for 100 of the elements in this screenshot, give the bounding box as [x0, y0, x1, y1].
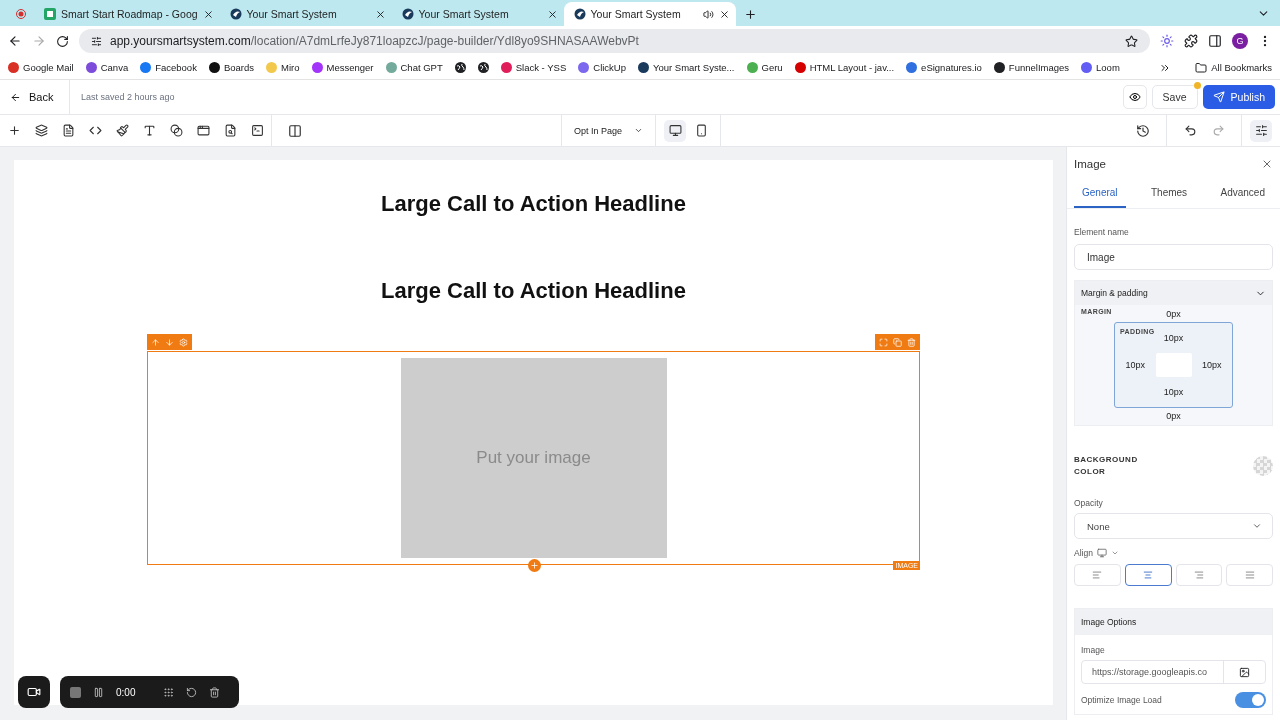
- caret-icon[interactable]: [1110, 549, 1119, 557]
- panel-tab[interactable]: General: [1074, 181, 1126, 208]
- site-logo-icon: [229, 8, 242, 20]
- camera-button[interactable]: [18, 676, 50, 708]
- tab-title: Your Smart System: [246, 8, 338, 20]
- grid-icon[interactable]: [163, 686, 175, 698]
- align-button[interactable]: [1124, 564, 1172, 586]
- profile-avatar[interactable]: G: [1232, 33, 1248, 49]
- opacity-select[interactable]: None: [1074, 513, 1273, 539]
- plus-icon: [529, 561, 539, 570]
- close-icon[interactable]: [1261, 158, 1273, 170]
- bookmark[interactable]: Miro: [266, 62, 300, 73]
- site-settings-icon[interactable]: [91, 35, 102, 47]
- back-icon[interactable]: [8, 34, 22, 48]
- reload-icon[interactable]: [56, 34, 69, 48]
- restart-icon[interactable]: [186, 686, 198, 698]
- publish-button[interactable]: Publish: [1202, 85, 1275, 109]
- element-name-field[interactable]: Image: [1074, 244, 1273, 270]
- window-icon: [196, 124, 210, 137]
- image-url-field[interactable]: https://storage.googleapis.co: [1081, 660, 1266, 684]
- field-label: Image: [1081, 645, 1106, 655]
- padding-value[interactable]: 10px: [1163, 387, 1184, 397]
- image-icon[interactable]: [1239, 666, 1250, 678]
- stop-icon[interactable]: [70, 686, 81, 698]
- delete-icon[interactable]: [209, 686, 221, 698]
- panel-tab[interactable]: Themes: [1143, 181, 1196, 208]
- align-center-icon: [1143, 570, 1154, 580]
- preview-button[interactable]: [1122, 85, 1147, 109]
- bookmark[interactable]: Chat GPT: [385, 62, 443, 73]
- bookmark[interactable]: Messenger: [311, 62, 374, 73]
- field-label: BACKGROUND COLOR: [1074, 454, 1139, 478]
- columns-icon: [288, 123, 302, 138]
- panel-tab[interactable]: Advanced: [1212, 181, 1273, 208]
- tab-title: Your Smart System: [590, 8, 682, 20]
- globe-icon[interactable]: [454, 62, 466, 73]
- side-panel-icon[interactable]: [1208, 34, 1222, 48]
- pause-icon[interactable]: [93, 686, 104, 698]
- field-label: Align: [1074, 548, 1093, 558]
- padding-value[interactable]: 10px: [1125, 360, 1145, 370]
- bookmark[interactable]: Loom: [1081, 62, 1120, 73]
- bookmark[interactable]: Your Smart Syste...: [638, 62, 735, 73]
- close-icon[interactable]: [374, 8, 386, 20]
- document-icon: [61, 124, 75, 137]
- optimize-toggle[interactable]: [1235, 692, 1266, 708]
- align-justify-icon: [1244, 570, 1255, 580]
- new-tab-icon[interactable]: [743, 8, 757, 21]
- phone-icon: [694, 124, 708, 137]
- bookmark[interactable]: ClickUp: [578, 62, 626, 73]
- bookmark[interactable]: eSignatures.io: [906, 62, 982, 73]
- terminal-icon: [250, 124, 264, 137]
- tab-title: Your Smart System: [418, 8, 510, 20]
- browser-tab[interactable]: Smart Start Roadmap - Goog: [34, 2, 220, 26]
- padding-value[interactable]: 10px: [1202, 360, 1222, 370]
- bookmark[interactable]: Google Mail: [8, 62, 74, 73]
- last-saved-text: Last saved 2 hours ago: [81, 92, 175, 102]
- tab-title: Smart Start Roadmap - Goog: [61, 8, 198, 20]
- bookmark[interactable]: Slack - YSS: [500, 62, 567, 73]
- browser-tab[interactable]: Your Smart System: [563, 2, 736, 26]
- monitor-icon[interactable]: [1096, 548, 1107, 558]
- history-icon: [1136, 123, 1150, 138]
- close-icon[interactable]: [718, 8, 730, 20]
- bookmark[interactable]: Geru: [746, 62, 783, 73]
- arrow-left-icon: [10, 91, 21, 103]
- page-select[interactable]: Opt In Page: [562, 115, 656, 146]
- margin-value[interactable]: 0px: [1166, 411, 1181, 421]
- desktop-view-button[interactable]: [664, 119, 687, 142]
- headline: Large Call to Action Headline: [381, 277, 686, 305]
- field-label: Optimize Image Load: [1081, 695, 1162, 705]
- browser-tab[interactable]: Your Smart System: [219, 2, 392, 26]
- align-left-icon: [1092, 570, 1103, 580]
- file-search-icon: [223, 124, 237, 137]
- close-icon[interactable]: [546, 8, 558, 20]
- field-label: Element name: [1074, 227, 1130, 237]
- bookmark-star-icon[interactable]: [1125, 34, 1138, 48]
- globe-icon[interactable]: [477, 62, 489, 73]
- address-bar[interactable]: app.yoursmartsystem.com/location/A7dmLrfeJy871loapzcJ/page-builder/Ydl8yo9SHNASAAWebvPt: [79, 29, 1150, 53]
- all-bookmarks[interactable]: All Bookmarks: [1195, 61, 1272, 74]
- margin-value[interactable]: 0px: [1166, 309, 1181, 319]
- site-logo-icon: [573, 8, 586, 20]
- add-element-button[interactable]: [527, 559, 541, 572]
- bookmark[interactable]: Boards: [208, 62, 254, 73]
- color-swatch[interactable]: [1253, 456, 1273, 476]
- sliders-icon: [1254, 124, 1268, 137]
- close-icon[interactable]: [202, 8, 214, 20]
- padding-value[interactable]: 10px: [1163, 333, 1184, 343]
- spreadsheet-icon: [44, 8, 56, 20]
- chevron-icon: [1252, 521, 1262, 531]
- save-button[interactable]: Save: [1151, 85, 1198, 109]
- caret-icon: [634, 126, 644, 135]
- extensions-icon[interactable]: [1184, 34, 1198, 48]
- settings-panel-button[interactable]: [1250, 119, 1272, 142]
- panel-title: Image: [1074, 158, 1106, 170]
- extension-icon[interactable]: [1160, 34, 1174, 48]
- bookmark[interactable]: Canva: [85, 62, 129, 73]
- browser-tab[interactable]: Your Smart System: [391, 2, 564, 26]
- url-text: app.yoursmartsystem.com/location/A7dmLrfeJy871loapzcJ/page-builder/Ydl8yo9SHNASAAWebvPt: [110, 34, 639, 48]
- bookmark[interactable]: FunnelImages: [993, 62, 1070, 73]
- bookmark[interactable]: Facebook: [140, 62, 197, 73]
- bookmark[interactable]: HTML Layout - jav...: [794, 62, 895, 73]
- monitor-icon: [668, 124, 682, 137]
